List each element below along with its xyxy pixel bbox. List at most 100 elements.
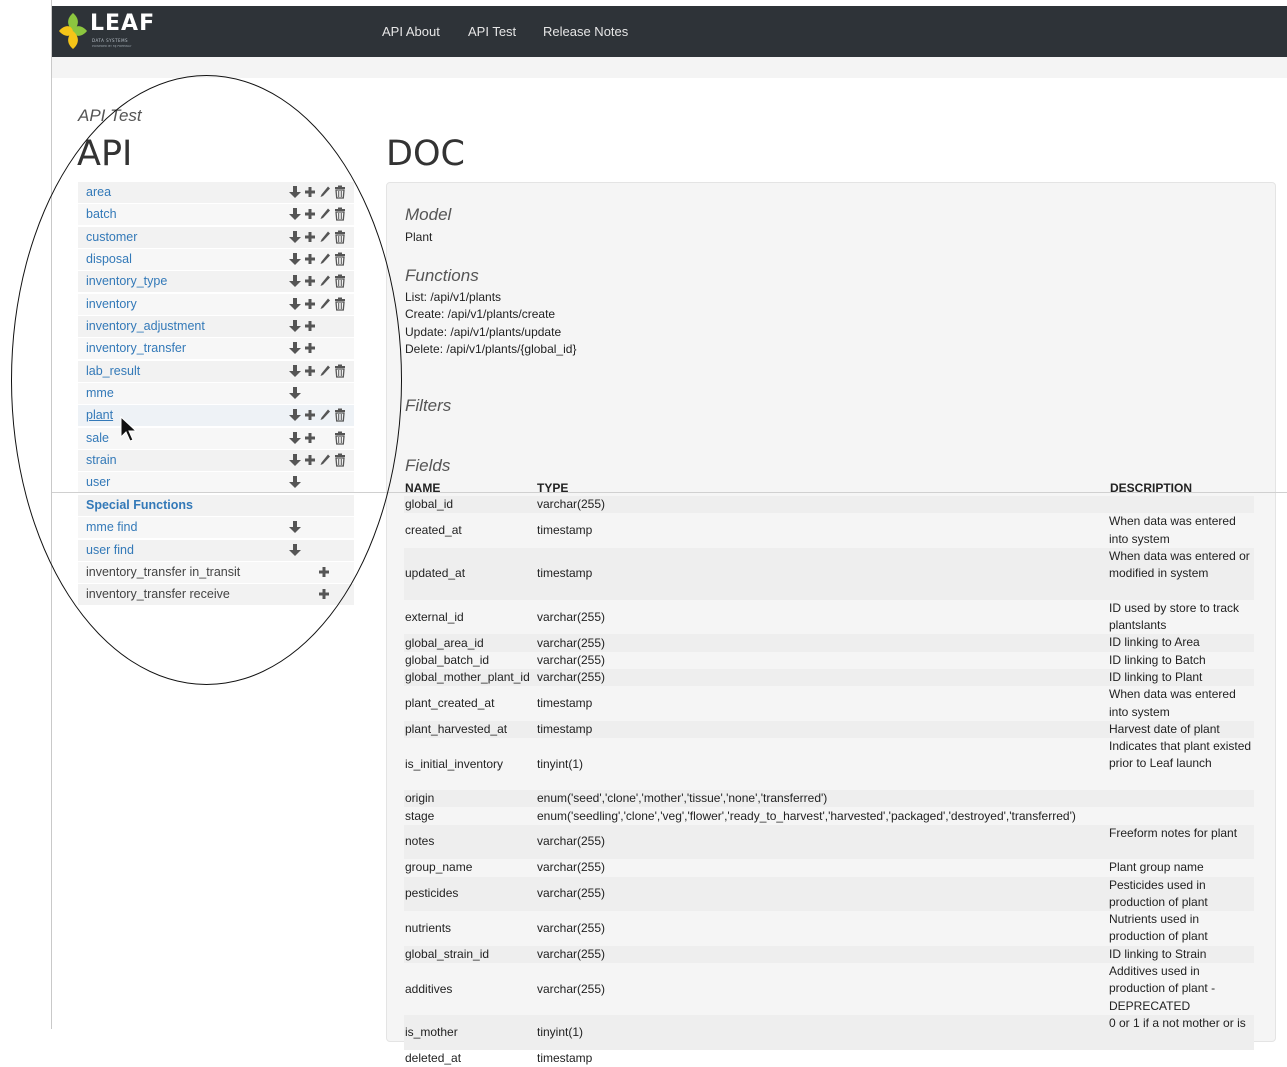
api-link-customer[interactable]: customer	[86, 230, 137, 244]
api-row-actions	[289, 475, 353, 490]
functions-title: Functions	[405, 266, 479, 285]
add-icon[interactable]	[304, 319, 318, 334]
delete-trash-icon[interactable]	[334, 230, 348, 245]
download-icon[interactable]	[289, 297, 303, 312]
api-link-disposal[interactable]: disposal	[86, 252, 132, 266]
api-link-lab-result[interactable]: lab_result	[86, 364, 140, 378]
api-row-inventory-adjustment: inventory_adjustment	[78, 316, 354, 338]
field-description: ID used by store to track plantslants	[1109, 600, 1240, 633]
download-icon[interactable]	[289, 520, 303, 535]
delete-trash-icon[interactable]	[334, 364, 348, 379]
api-link-batch[interactable]: batch	[86, 207, 117, 221]
edit-pencil-icon[interactable]	[319, 207, 333, 222]
api-link-user[interactable]: user	[86, 475, 110, 489]
download-icon[interactable]	[289, 543, 303, 558]
add-icon[interactable]	[304, 230, 318, 245]
delete-trash-icon[interactable]	[334, 297, 348, 312]
download-icon[interactable]	[289, 185, 303, 200]
breadcrumb: API Test	[78, 106, 142, 125]
delete-trash-icon[interactable]	[334, 185, 348, 200]
api-row-actions	[289, 207, 353, 222]
field-description: Additives used in production of plant - …	[1109, 964, 1216, 1013]
download-icon[interactable]	[289, 274, 303, 289]
field-type: varchar(255)	[537, 920, 606, 935]
edit-pencil-icon[interactable]	[319, 252, 333, 267]
field-description: When data was entered into system	[1109, 514, 1236, 546]
add-icon[interactable]	[304, 252, 318, 267]
filters-title: Filters	[405, 396, 452, 415]
download-icon[interactable]	[289, 230, 303, 245]
api-link-plant[interactable]: plant	[86, 408, 113, 422]
api-row-actions	[289, 386, 353, 401]
field-name: plant_created_at	[405, 696, 495, 711]
special-functions-header: Special Functions	[78, 494, 354, 516]
leaf-logo[interactable]: LEAF DATA SYSTEMS POWERED BY MJ FREEWAY	[56, 9, 186, 53]
field-type: timestamp	[537, 696, 593, 711]
field-description: ID linking to Batch	[1109, 652, 1206, 667]
add-icon[interactable]	[304, 408, 318, 423]
delete-trash-icon[interactable]	[334, 453, 348, 468]
api-link-area[interactable]: area	[86, 185, 111, 199]
field-type: timestamp	[537, 722, 593, 737]
api-link-strain[interactable]: strain	[86, 453, 117, 467]
download-icon[interactable]	[289, 475, 303, 490]
nav-release-notes[interactable]: Release Notes	[543, 24, 628, 39]
download-icon[interactable]	[289, 453, 303, 468]
add-icon[interactable]	[304, 453, 318, 468]
delete-trash-icon[interactable]	[334, 207, 348, 222]
delete-trash-icon[interactable]	[334, 408, 348, 423]
api-link-mme[interactable]: mme	[86, 386, 114, 400]
add-icon[interactable]	[304, 431, 318, 446]
add-icon[interactable]	[318, 565, 332, 580]
field-row-origin: origin enum('seed','clone','mother','tiss…	[404, 790, 1254, 808]
field-name: updated_at	[405, 566, 466, 581]
nav-api-test[interactable]: API Test	[468, 24, 516, 39]
download-icon[interactable]	[289, 252, 303, 267]
api-link-inventory-transfer-in-transit[interactable]: inventory_transfer in_transit	[86, 565, 240, 579]
download-icon[interactable]	[289, 408, 303, 423]
download-icon[interactable]	[289, 207, 303, 222]
api-link-sale[interactable]: sale	[86, 431, 109, 445]
download-icon[interactable]	[289, 319, 303, 334]
api-row-inventory-transfer-receive: inventory_transfer receive	[78, 584, 354, 606]
edit-pencil-icon[interactable]	[319, 408, 333, 423]
delete-trash-icon[interactable]	[334, 252, 348, 267]
add-icon[interactable]	[304, 274, 318, 289]
api-row-area: area	[78, 182, 354, 203]
api-row-actions	[289, 408, 353, 423]
edit-pencil-icon[interactable]	[319, 274, 333, 289]
download-icon[interactable]	[289, 431, 303, 446]
download-icon[interactable]	[289, 386, 303, 401]
api-link-inventory[interactable]: inventory	[86, 297, 137, 311]
edit-pencil-icon[interactable]	[319, 364, 333, 379]
api-link-mme-find[interactable]: mme find	[86, 520, 137, 534]
add-icon[interactable]	[304, 297, 318, 312]
top-navbar: LEAF DATA SYSTEMS POWERED BY MJ FREEWAY …	[52, 6, 1287, 57]
delete-trash-icon[interactable]	[334, 274, 348, 289]
edit-pencil-icon[interactable]	[319, 297, 333, 312]
field-row-stage: stage enum('seedling','clone','veg','flow…	[404, 807, 1254, 824]
api-link-inventory-transfer[interactable]: inventory_transfer	[86, 341, 186, 355]
add-icon[interactable]	[304, 207, 318, 222]
edit-pencil-icon[interactable]	[319, 185, 333, 200]
download-icon[interactable]	[289, 341, 303, 356]
model-title: Model	[405, 205, 452, 224]
nav-api-about[interactable]: API About	[382, 24, 440, 39]
api-link-inventory-type[interactable]: inventory_type	[86, 274, 167, 288]
api-link-user-find[interactable]: user find	[86, 543, 134, 557]
api-link-inventory-transfer-receive[interactable]: inventory_transfer receive	[86, 587, 230, 601]
api-row-actions	[289, 341, 353, 356]
brand-powered-by: POWERED BY MJ FREEWAY	[92, 44, 132, 48]
add-icon[interactable]	[318, 587, 332, 602]
field-name: deleted_at	[405, 1050, 462, 1065]
edit-pencil-icon[interactable]	[319, 230, 333, 245]
edit-pencil-icon[interactable]	[319, 453, 333, 468]
download-icon[interactable]	[289, 364, 303, 379]
api-link-inventory-adjustment[interactable]: inventory_adjustment	[86, 319, 205, 333]
api-row-actions	[289, 453, 353, 468]
field-type: varchar(255)	[537, 834, 606, 849]
add-icon[interactable]	[304, 364, 318, 379]
add-icon[interactable]	[304, 185, 318, 200]
add-icon[interactable]	[304, 341, 318, 356]
delete-trash-icon[interactable]	[334, 431, 348, 446]
